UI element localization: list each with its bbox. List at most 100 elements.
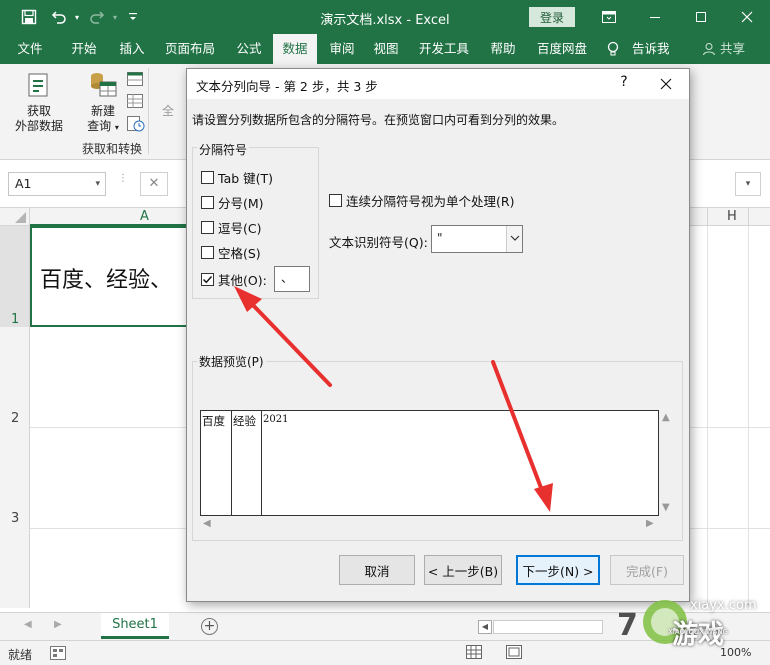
name-box-value: A1 [15,176,32,191]
delimiter-other-label: 其他(O): [218,272,267,288]
watermark-pinyin: XIAOYOUXIWANG [668,628,729,636]
tab-view[interactable]: 视图 [366,34,406,64]
other-delimiter-input[interactable]: 、 [274,266,310,292]
row-header-1[interactable]: 1 [0,226,30,327]
delimiter-comma-checkbox[interactable] [201,220,214,234]
row-header-2[interactable]: 2 [0,327,30,427]
lightbulb-icon[interactable] [606,41,620,60]
column-divider [748,208,749,226]
consecutive-delimiters-option[interactable]: 连续分隔符号视为单个处理(R) [329,191,514,210]
scroll-down-icon[interactable]: ▼ [662,502,670,513]
delimiter-semicolon-checkbox[interactable] [201,195,214,209]
scroll-sheets-right-icon[interactable]: ▶ [54,619,62,630]
finish-button: 完成(F) [610,555,684,585]
maximize-icon[interactable] [678,0,724,34]
cancel-button[interactable]: 取消 [339,555,415,585]
tab-help[interactable]: 帮助 [482,34,524,64]
normal-view-icon[interactable] [466,645,482,662]
preview-vertical-scrollbar[interactable]: ▲ ▼ [659,410,675,516]
horizontal-scrollbar[interactable] [493,620,603,634]
login-button[interactable]: 登录 [529,7,575,27]
delimiter-other-option[interactable]: 其他(O): [201,271,267,288]
back-button[interactable]: < 上一步(B) [424,555,502,585]
select-all-corner[interactable] [0,208,30,226]
tab-page-layout[interactable]: 页面布局 [160,34,220,64]
dialog-title: 文本分列向导 - 第 2 步，共 3 步 [196,79,378,94]
close-window-icon[interactable] [724,0,770,34]
delimiter-tab-option[interactable]: Tab 键(T) [201,169,273,186]
tab-home[interactable]: 开始 [62,34,106,64]
column-header-h[interactable]: H [727,209,737,224]
get-external-data-button[interactable]: 获取 外部数据 [6,104,72,134]
row-header-1-label: 1 [11,312,20,327]
customize-qat-icon[interactable] [124,8,142,26]
row-header-4[interactable] [0,528,30,608]
tab-baidu-netdisk[interactable]: 百度网盘 [530,34,594,64]
tab-developer[interactable]: 开发工具 [412,34,476,64]
expand-formula-bar-icon[interactable]: ▾ [735,172,761,196]
delimiter-space-option[interactable]: 空格(S) [201,244,261,261]
consecutive-delimiters-checkbox[interactable] [329,194,342,207]
new-query-label-line1: 新建 [90,104,115,118]
tab-review[interactable]: 审阅 [322,34,362,64]
tab-file[interactable]: 文件 [8,34,52,64]
tab-formulas[interactable]: 公式 [228,34,270,64]
dialog-title-bar: 文本分列向导 - 第 2 步，共 3 步 ? [187,69,689,99]
preview-column-1[interactable]: 百度 [201,411,231,515]
tab-data[interactable]: 数据 [273,34,317,64]
delimiter-space-checkbox[interactable] [201,245,214,259]
help-icon[interactable]: ? [615,74,633,90]
new-query-button[interactable]: 新建 查询 ▾ [80,104,126,135]
column-header-a[interactable]: A [140,209,149,224]
close-dialog-icon[interactable] [657,72,675,94]
delimiter-tab-checkbox[interactable] [201,170,214,184]
undo-icon[interactable] [50,8,68,26]
share-user-icon[interactable] [702,42,716,59]
hscroll-left-icon[interactable]: ◀ [478,620,492,634]
scroll-up-icon[interactable]: ▲ [662,412,670,423]
next-button[interactable]: 下一步(N) > [516,555,600,585]
minimize-icon[interactable] [632,0,678,34]
share-button[interactable]: 共享 [720,34,745,64]
scroll-left-icon[interactable]: ◀ [203,518,211,529]
data-preview-pane[interactable]: 百度 经验 2021 [200,410,659,516]
formula-bar-splitter-icon[interactable]: ⋮ [118,174,128,192]
scroll-sheets-left-icon[interactable]: ◀ [24,619,32,630]
save-icon[interactable] [20,8,38,26]
tell-me-search[interactable]: 告诉我 [632,34,670,64]
ribbon-group-divider [148,68,149,154]
title-bar: ▾ ▾ 演示文档.xlsx - Excel 登录 [0,0,770,34]
checkmark-icon [203,275,213,283]
watermark-site: xiayx.com [690,598,757,613]
show-queries-icon[interactable] [127,72,143,89]
ribbon-display-options-icon[interactable] [586,0,632,34]
dialog-instruction: 请设置分列数据所包含的分隔符号。在预览窗口内可看到分列的效果。 [192,113,565,127]
recent-sources-icon[interactable] [127,116,145,135]
from-table-icon[interactable] [127,94,143,111]
redo-dropdown-icon: ▾ [112,12,117,22]
name-box-dropdown-icon[interactable]: ▾ [95,173,100,195]
refresh-all-button-fragment[interactable]: 全 [162,104,174,119]
cancel-entry-icon[interactable]: ✕ [140,172,168,196]
delimiter-other-checkbox[interactable] [201,272,214,286]
sheet-tab-sheet1[interactable]: Sheet1 [101,613,169,639]
new-query-label-line2: 查询 [87,119,112,133]
add-sheet-icon[interactable]: + [201,618,218,635]
page-layout-view-icon[interactable] [506,645,522,662]
preview-column-3[interactable]: 2021 [262,411,322,515]
delimiter-comma-option[interactable]: 逗号(C) [201,219,261,236]
chevron-down-icon[interactable] [506,226,522,252]
text-qualifier-select[interactable]: " [431,225,523,253]
row-header-3[interactable]: 3 [0,427,30,528]
delimiter-semicolon-option[interactable]: 分号(M) [201,194,264,211]
undo-dropdown-icon[interactable]: ▾ [68,8,86,26]
preview-column-2[interactable]: 经验 [232,411,261,515]
scroll-right-icon[interactable]: ▶ [646,518,654,529]
preview-horizontal-scrollbar[interactable]: ◀ ▶ [200,516,659,532]
new-query-dropdown-icon: ▾ [114,123,119,132]
name-box[interactable]: A1 ▾ [8,172,106,196]
macro-record-icon[interactable] [50,646,66,663]
tab-insert[interactable]: 插入 [110,34,154,64]
row-header-3-label: 3 [11,511,20,526]
group-get-transform-label: 获取和转换 [82,142,143,156]
